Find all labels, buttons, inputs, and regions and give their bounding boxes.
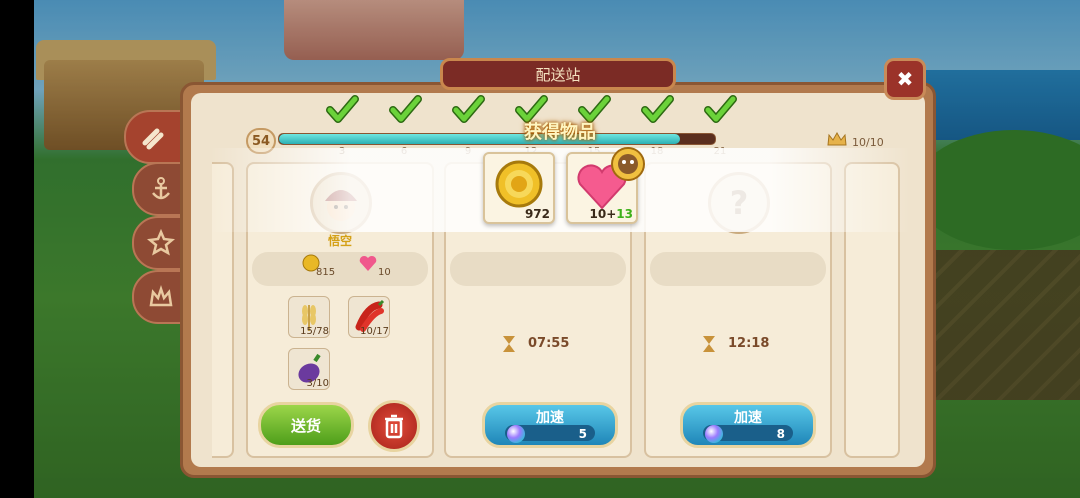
checkmark-icon	[450, 92, 486, 128]
hourglass-icon	[503, 336, 515, 352]
reward-count: 972	[524, 207, 550, 221]
order-item-eggplant[interactable]: 3/10	[288, 348, 330, 390]
reward-coins: 815	[316, 267, 336, 278]
speed-up-cost: 5	[578, 427, 587, 441]
reward-item-coin: 972	[483, 152, 555, 224]
hourglass-icon	[703, 336, 715, 352]
speed-up-cost: 8	[776, 427, 785, 441]
reward-bonus: 13	[616, 207, 633, 221]
reward-hearts: 10	[378, 267, 391, 278]
order-item-chili[interactable]: 10/17	[348, 296, 390, 338]
close-icon: ✖	[896, 67, 914, 91]
window-title: 配送站	[440, 58, 676, 90]
speed-up-label: 加速	[734, 410, 762, 426]
crown-icon	[149, 285, 173, 307]
gem-icon	[507, 425, 525, 443]
reward-popup-band	[210, 148, 910, 232]
speed-up-label: 加速	[536, 410, 564, 426]
trash-icon	[385, 414, 403, 439]
reward-strip	[252, 252, 428, 286]
order-timer: 07:55	[528, 336, 570, 351]
wrench-icon	[142, 128, 164, 150]
reward-count: 10+13	[589, 207, 633, 221]
order-item-wheat[interactable]: 15/78	[288, 296, 330, 338]
item-count: 10/17	[360, 326, 389, 337]
tab-delivery[interactable]	[124, 110, 182, 164]
order-timer: 12:18	[728, 336, 770, 351]
speed-up-button[interactable]: 加速 5	[482, 402, 618, 448]
item-count: 15/78	[300, 326, 329, 337]
reward-strip	[450, 252, 626, 286]
gem-icon	[705, 425, 723, 443]
checkmark-icon	[387, 92, 423, 128]
crown-count-icon	[827, 131, 847, 146]
anchor-icon	[152, 177, 170, 200]
deliver-button[interactable]: 送货	[258, 402, 354, 448]
customer-name: 悟空	[327, 234, 352, 248]
discard-button[interactable]	[368, 400, 420, 452]
badge-icon	[147, 229, 175, 256]
close-button[interactable]: ✖	[884, 58, 926, 100]
pet-badge-icon	[611, 147, 645, 181]
checkmark-icon	[702, 92, 738, 128]
checkmark-icon	[324, 92, 360, 128]
reward-strip	[650, 252, 826, 286]
item-count: 3/10	[306, 378, 329, 389]
speed-up-button[interactable]: 加速 8	[680, 402, 816, 448]
reward-popup-title: 获得物品	[524, 122, 596, 143]
checkmark-icon	[639, 92, 675, 128]
heart-icon	[359, 255, 377, 271]
